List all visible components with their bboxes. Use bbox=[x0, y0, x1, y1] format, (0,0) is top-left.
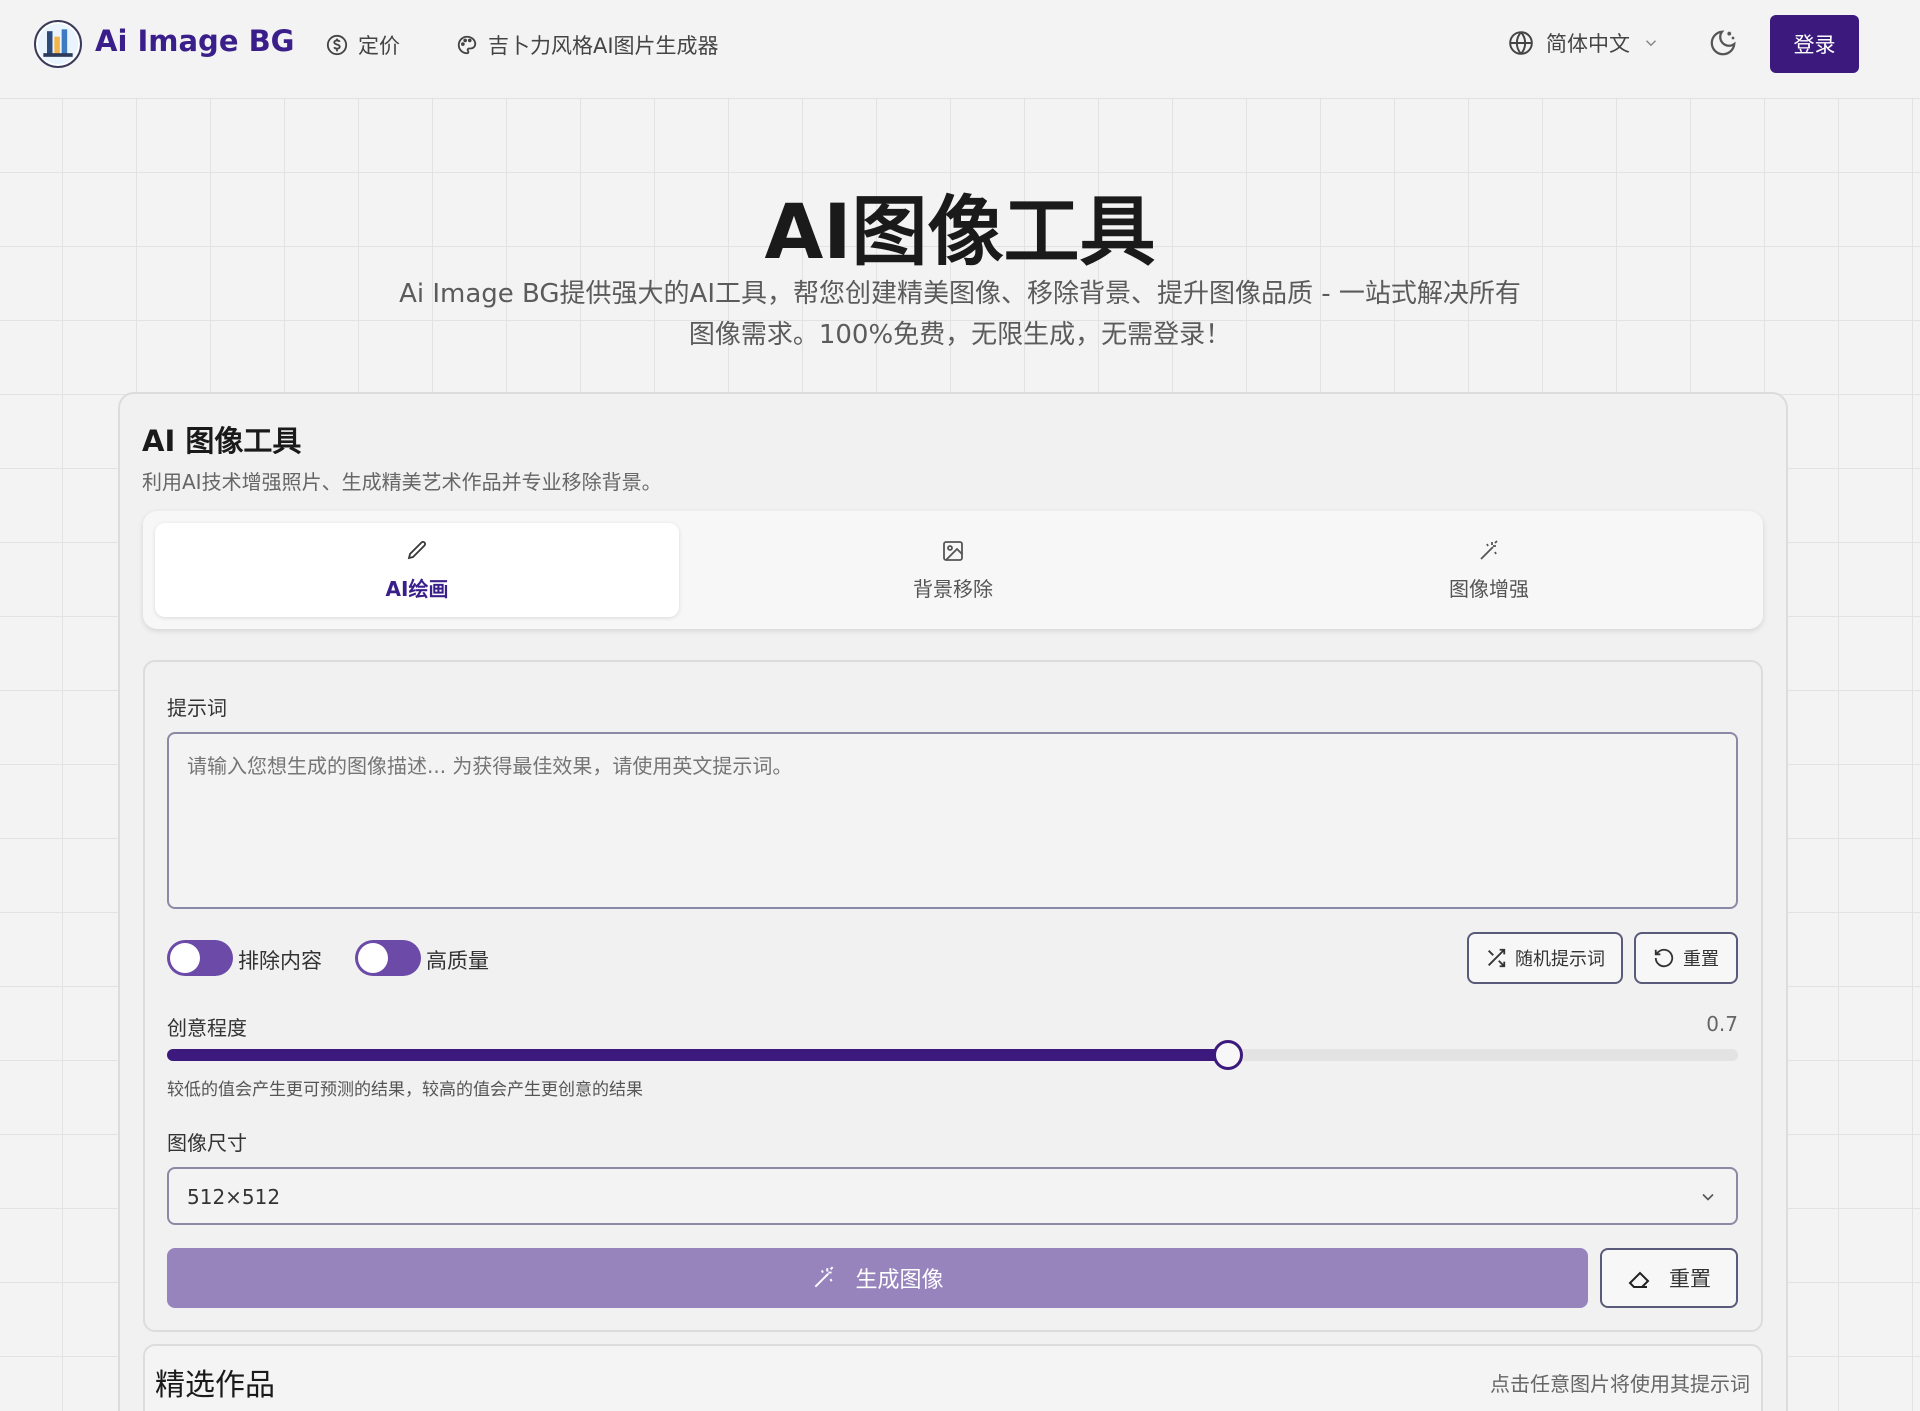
moon-icon[interactable] bbox=[1708, 28, 1738, 58]
reset-prompt-label: 重置 bbox=[1683, 949, 1719, 970]
image-size-label: 图像尺寸 bbox=[167, 1131, 247, 1155]
high-quality-toggle[interactable] bbox=[355, 940, 421, 976]
creativity-slider[interactable] bbox=[167, 1040, 1738, 1070]
image-icon bbox=[943, 540, 963, 561]
image-size-select[interactable]: 512×512 bbox=[167, 1167, 1738, 1225]
page-title: AI图像工具 bbox=[764, 187, 1156, 276]
generate-image-label: 生成图像 bbox=[855, 1268, 944, 1293]
shuffle-icon bbox=[1488, 948, 1506, 968]
high-quality-label: 高质量 bbox=[426, 949, 489, 973]
nav-ghibli-generator[interactable]: 吉卜力风格AI图片生成器 bbox=[456, 30, 719, 60]
featured-hint: 点击任意图片将使用其提示词 bbox=[1490, 1372, 1750, 1396]
creativity-hint: 较低的值会产生更可预测的结果，较高的值会产生更创意的结果 bbox=[167, 1080, 643, 1100]
nav-pricing-label: 定价 bbox=[358, 34, 400, 58]
page-subtitle: Ai Image BG提供强大的AI工具，帮您创建精美图像、移除背景、提升图像品… bbox=[399, 279, 1521, 350]
creativity-label: 创意程度 bbox=[167, 1016, 247, 1040]
exclude-content-label: 排除内容 bbox=[238, 949, 322, 973]
tab-label: 背景移除 bbox=[913, 576, 993, 601]
logo-icon bbox=[37, 23, 79, 65]
clear-button[interactable]: 重置 bbox=[1600, 1248, 1738, 1308]
image-size-value: 512×512 bbox=[187, 1185, 281, 1209]
random-prompt-button[interactable]: 随机提示词 bbox=[1467, 932, 1623, 984]
chevron-down-icon bbox=[1645, 40, 1657, 47]
tab-image-enhance[interactable]: 图像增强 bbox=[1227, 523, 1751, 617]
globe-icon bbox=[1509, 31, 1533, 55]
login-button[interactable]: 登录 bbox=[1770, 15, 1859, 73]
prompt-input[interactable] bbox=[167, 732, 1738, 909]
generate-image-button[interactable]: 生成图像 bbox=[167, 1248, 1588, 1308]
tab-background-removal[interactable]: 背景移除 bbox=[691, 523, 1215, 617]
tab-ai-painting[interactable]: AI绘画 bbox=[155, 523, 679, 617]
tool-title: AI 图像工具 bbox=[142, 424, 302, 458]
dollar-circle-icon bbox=[326, 34, 348, 56]
creativity-slider-thumb[interactable] bbox=[1213, 1040, 1243, 1070]
nav-pricing[interactable]: 定价 bbox=[326, 30, 400, 60]
language-label: 简体中文 bbox=[1546, 32, 1630, 56]
creativity-value: 0.7 bbox=[1706, 1012, 1738, 1036]
palette-icon bbox=[457, 35, 477, 55]
eraser-icon bbox=[1628, 1271, 1650, 1288]
reset-prompt-button[interactable]: 重置 bbox=[1634, 932, 1738, 984]
wand-sparkles-icon bbox=[815, 1266, 834, 1288]
brand-name[interactable]: Ai Image BG bbox=[95, 24, 295, 58]
tool-description: 利用AI技术增强照片、生成精美艺术作品并专业移除背景。 bbox=[142, 470, 662, 494]
prompt-label: 提示词 bbox=[167, 696, 227, 720]
pencil-icon bbox=[407, 540, 426, 559]
wand-icon bbox=[1480, 539, 1498, 560]
exclude-content-toggle[interactable] bbox=[167, 940, 233, 976]
tab-label: AI绘画 bbox=[385, 576, 449, 601]
nav-ghibli-label: 吉卜力风格AI图片生成器 bbox=[488, 34, 719, 58]
chevron-down-icon bbox=[1702, 1193, 1714, 1201]
featured-title: 精选作品 bbox=[155, 1368, 275, 1403]
tool-tabs: AI绘画 背景移除 图像增强 bbox=[143, 511, 1763, 629]
random-prompt-label: 随机提示词 bbox=[1515, 949, 1605, 970]
creativity-slider-fill bbox=[167, 1049, 1228, 1061]
language-selector[interactable]: 简体中文 bbox=[1508, 28, 1660, 58]
clear-label: 重置 bbox=[1669, 1267, 1711, 1291]
rotate-ccw-icon bbox=[1654, 948, 1674, 968]
tab-label: 图像增强 bbox=[1449, 576, 1529, 601]
logo[interactable] bbox=[34, 20, 82, 68]
